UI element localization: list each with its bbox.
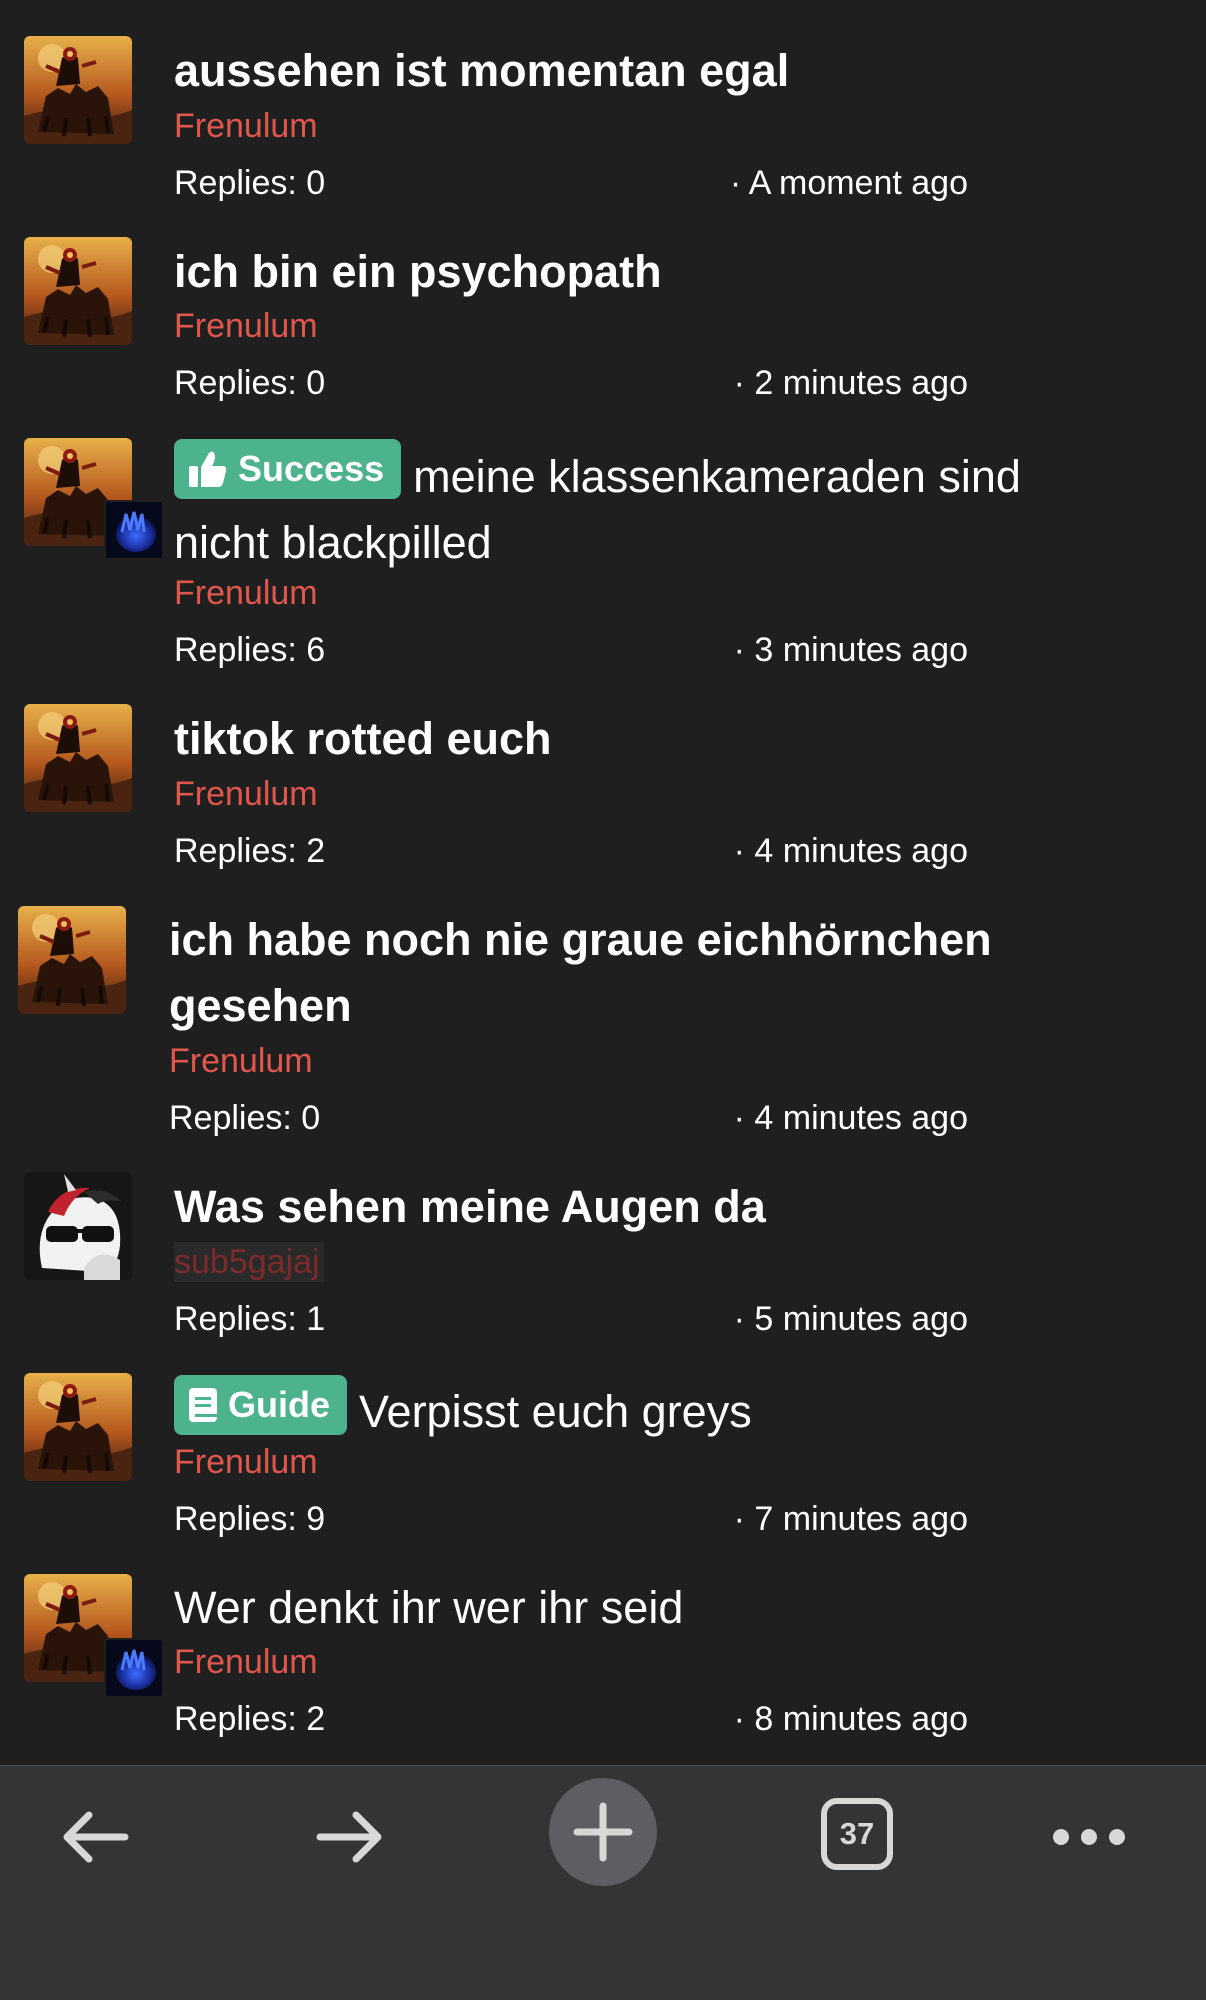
reply-count: Replies: 1 <box>174 1300 326 1338</box>
thread-item[interactable]: Success meine klassenkameraden sind nich… <box>0 400 1206 669</box>
thread-time: · 8 minutes ago <box>733 1700 968 1738</box>
reply-count: Replies: 0 <box>174 164 326 202</box>
pony-sunglasses-avatar[interactable] <box>24 1172 132 1280</box>
thread-time: · A moment ago <box>729 164 968 202</box>
arrow-left-icon <box>63 1811 129 1863</box>
horseman-avatar[interactable] <box>24 704 132 812</box>
horseman-avatar[interactable] <box>24 237 132 345</box>
thread-item[interactable]: Guide Verpisst euch greys Frenulum Repli… <box>0 1336 1206 1538</box>
thread-title[interactable]: ich bin ein psychopath <box>174 239 1114 305</box>
prefix-badge-guide[interactable]: Guide <box>174 1375 348 1435</box>
back-button[interactable] <box>40 1782 150 1892</box>
blue-hand-avatar[interactable] <box>104 1638 164 1698</box>
thread-author[interactable]: Frenulum <box>174 106 318 146</box>
thread-author[interactable]: Frenulum <box>169 1041 313 1081</box>
thread-time: · 4 minutes ago <box>733 1099 968 1137</box>
thread-item[interactable]: Was sehen meine Augen da sub5gajaj Repli… <box>0 1136 1206 1338</box>
thread-author[interactable]: Frenulum <box>174 774 318 814</box>
thread-title[interactable]: Guide Verpisst euch greys <box>174 1375 1114 1445</box>
prefix-label: Guide <box>228 1384 331 1425</box>
horseman-avatar[interactable] <box>18 906 126 1014</box>
reply-count: Replies: 2 <box>174 832 326 870</box>
thread-title[interactable]: Success meine klassenkameraden sind nich… <box>174 439 1114 576</box>
prefix-label: Success <box>238 448 385 489</box>
tabs-count-button[interactable]: 37 <box>821 1798 893 1870</box>
more-button[interactable] <box>1034 1782 1144 1892</box>
thread-item[interactable]: tiktok rotted euch Frenulum Replies: 2 ·… <box>0 668 1206 870</box>
reply-count: Replies: 6 <box>174 631 326 669</box>
thread-title[interactable]: tiktok rotted euch <box>174 706 1114 772</box>
forward-button[interactable] <box>295 1782 405 1892</box>
thread-time: · 4 minutes ago <box>733 832 968 870</box>
thread-author[interactable]: sub5gajaj <box>174 1242 324 1282</box>
thread-author[interactable]: Frenulum <box>174 1642 318 1682</box>
horseman-avatar[interactable] <box>24 1373 132 1481</box>
horseman-avatar[interactable] <box>24 36 132 144</box>
thread-author[interactable]: Frenulum <box>174 306 318 346</box>
thread-item[interactable]: Wer denkt ihr wer ihr seid Frenulum Repl… <box>0 1536 1206 1738</box>
reply-count: Replies: 0 <box>174 364 326 402</box>
forum-page: aussehen ist momentan egal Frenulum Repl… <box>0 0 1206 2000</box>
thumbs-up-icon <box>189 451 227 487</box>
thread-title[interactable]: ich habe noch nie graue eichhörnchen ges… <box>169 907 1109 1039</box>
tabs-count-label: 37 <box>839 1816 875 1851</box>
reply-count: Replies: 0 <box>169 1099 321 1137</box>
thread-item[interactable]: ich habe noch nie graue eichhörnchen ges… <box>0 868 1206 1137</box>
arrow-right-icon <box>316 1811 382 1863</box>
thread-item[interactable]: ich bin ein psychopath Frenulum Replies:… <box>0 200 1206 402</box>
thread-title[interactable]: Was sehen meine Augen da <box>174 1174 1114 1240</box>
thread-item[interactable]: aussehen ist momentan egal Frenulum Repl… <box>0 0 1206 202</box>
thread-list: aussehen ist momentan egal Frenulum Repl… <box>0 0 1206 1765</box>
thread-author[interactable]: Frenulum <box>174 573 318 613</box>
reply-count: Replies: 9 <box>174 1500 326 1538</box>
new-tab-button[interactable] <box>549 1778 657 1886</box>
thread-title[interactable]: aussehen ist momentan egal <box>174 38 1114 104</box>
more-dots-icon <box>1053 1829 1125 1845</box>
plus-icon <box>573 1802 633 1862</box>
browser-toolbar: 37 <box>0 1765 1206 2000</box>
thread-time: · 3 minutes ago <box>733 631 968 669</box>
thread-author[interactable]: Frenulum <box>174 1442 318 1482</box>
thread-time: · 2 minutes ago <box>733 364 968 402</box>
thread-title[interactable]: Wer denkt ihr wer ihr seid <box>174 1575 1114 1641</box>
blue-hand-avatar[interactable] <box>104 500 164 560</box>
reply-count: Replies: 2 <box>174 1700 326 1738</box>
book-icon <box>189 1388 217 1422</box>
prefix-badge-success[interactable]: Success <box>174 439 402 499</box>
thread-time: · 5 minutes ago <box>733 1300 968 1338</box>
thread-time: · 7 minutes ago <box>733 1500 968 1538</box>
